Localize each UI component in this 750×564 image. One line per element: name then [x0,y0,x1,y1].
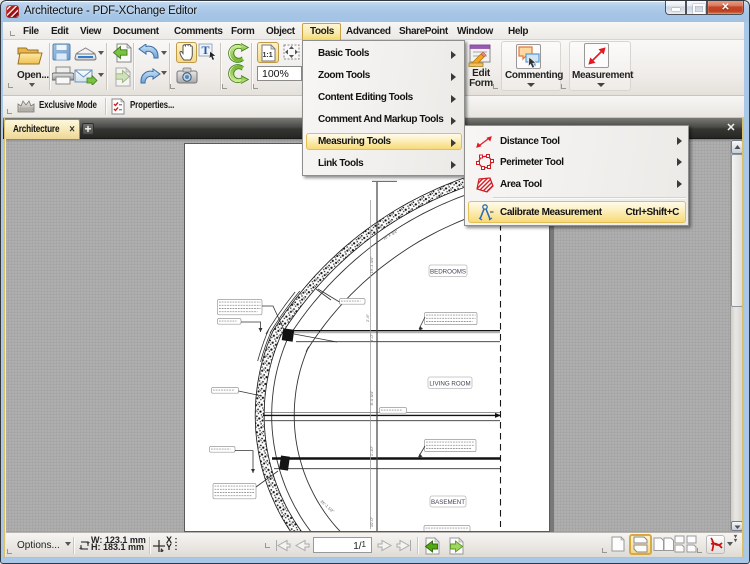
svg-text:1'-10": 1'-10" [369,445,374,456]
svg-text:T: T [202,43,210,57]
svg-text:2'-6": 2'-6" [365,313,370,322]
svg-text:LIVING ROOM: LIVING ROOM [429,381,470,388]
svg-text:10'-0": 10'-0" [369,516,374,527]
svg-text:BASEMENT: BASEMENT [431,499,465,506]
svg-text:8'-0 3/4": 8'-0 3/4" [369,390,374,405]
svg-text:19'-1 3/4": 19'-1 3/4" [369,256,374,273]
svg-text:16' x 3/4": 16' x 3/4" [382,228,399,240]
svg-text:1:1: 1:1 [263,52,273,59]
svg-text:26'-1 1/2": 26'-1 1/2" [320,499,336,514]
svg-text:3'-0": 3'-0" [369,333,374,342]
svg-text:BEDROOMS: BEDROOMS [430,269,466,276]
